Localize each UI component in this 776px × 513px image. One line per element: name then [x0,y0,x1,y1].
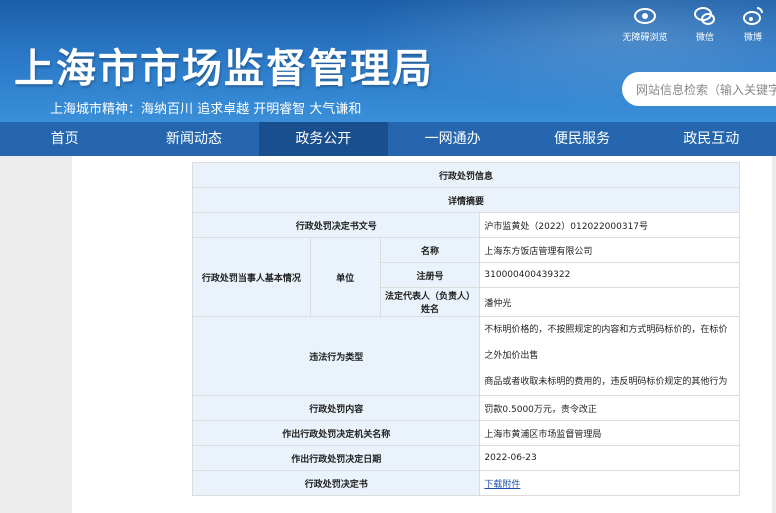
date-value: 2022-06-23 [479,445,740,471]
accessibility-label: 无障碍浏览 [622,33,668,43]
table-row: 违法行为类型 不标明价格的，不按照规定的内容和方式明码标价的，在标价之外加价出售… [191,316,740,396]
authority-label: 作出行政处罚决定机关名称 [191,420,481,446]
weibo-icon [743,7,763,25]
main-nav: 首页 新闻动态 政务公开 一网通办 便民服务 政民互动 [0,122,776,156]
violation-line-2: 商品或者收取未标明的费用的，违反明码标价规定的其他行为 [484,377,728,387]
site-search-input[interactable]: 网站信息检索（输入关键字 [622,72,776,106]
decision-label: 行政处罚决定书 [191,470,481,496]
name-value: 上海东方饭店管理有限公司 [479,237,740,263]
table-row: 作出行政处罚决定日期 2022-06-23 [191,445,740,471]
download-attachment-link[interactable]: 下载附件 [484,480,520,490]
city-motto: 上海城市精神：海纳百川 追求卓越 开明睿智 大气谦和 [50,102,362,117]
table-row: 行政处罚内容 罚款0.5000万元，责令改正 [191,395,740,421]
weibo-label: 微博 [743,33,762,43]
penalty-value: 罚款0.5000万元，责令改正 [479,395,740,421]
party-label: 行政处罚当事人基本情况 [192,237,311,317]
nav-government-affairs[interactable]: 政务公开 [258,122,388,156]
decision-cell: 下载附件 [479,470,740,496]
violation-line-1: 不标明价格的，不按照规定的内容和方式明码标价的，在标价之外加价出售 [484,325,728,361]
accessibility-tool[interactable]: 无障碍浏览 [616,4,674,43]
accessibility-icon [634,8,656,24]
site-header: 上海市市场监督管理局 上海城市精神：海纳百川 追求卓越 开明睿智 大气谦和 无障… [0,0,776,122]
table-row: 行政处罚信息 [192,162,740,188]
doc-no-label: 行政处罚决定书文号 [191,212,481,238]
wechat-label: 微信 [695,33,714,43]
nav-news[interactable]: 新闻动态 [129,122,258,156]
wechat-icon [694,7,715,25]
table-row: 行政处罚决定书文号 沪市监黄处（2022）012022000317号 [191,212,740,238]
table-subtitle: 详情摘要 [192,187,740,213]
nav-public-interaction[interactable]: 政民互动 [647,122,776,156]
unit-label: 单位 [309,237,381,317]
nav-convenience-services[interactable]: 便民服务 [517,122,646,156]
penalty-info-table: 行政处罚信息 详情摘要 行政处罚决定书文号 沪市监黄处（2022）0120220… [191,162,740,496]
table-row: 详情摘要 [192,187,740,213]
nav-home[interactable]: 首页 [0,122,129,156]
doc-no-value: 沪市监黄处（2022）012022000317号 [479,212,740,238]
table-title: 行政处罚信息 [192,162,740,188]
wechat-tool[interactable]: 微信 [688,4,722,43]
authority-value: 上海市黄浦区市场监督管理局 [479,420,740,446]
header-tools: 无障碍浏览 微信 微博 [616,4,770,43]
violation-value: 不标明价格的，不按照规定的内容和方式明码标价的，在标价之外加价出售 商品或者收取… [479,316,740,396]
content-panel: 行政处罚信息 详情摘要 行政处罚决定书文号 沪市监黄处（2022）0120220… [72,156,772,513]
reg-label: 注册号 [379,262,481,288]
table-row: 作出行政处罚决定机关名称 上海市黄浦区市场监督管理局 [191,420,740,446]
name-label: 名称 [379,237,481,263]
violation-label: 违法行为类型 [191,316,481,396]
rep-label: 法定代表人（负责人）姓名 [379,287,481,317]
table-row: 行政处罚当事人基本情况 单位 名称 上海东方饭店管理有限公司 [192,237,740,317]
date-label: 作出行政处罚决定日期 [191,445,481,471]
table-row: 行政处罚决定书 下载附件 [191,470,740,496]
weibo-tool[interactable]: 微博 [736,4,770,43]
site-title[interactable]: 上海市市场监督管理局 [14,36,434,94]
nav-one-stop-service[interactable]: 一网通办 [388,122,517,156]
penalty-label: 行政处罚内容 [191,395,481,421]
reg-value: 310000400439322 [479,262,740,288]
rep-value: 潘仲光 [479,287,740,317]
